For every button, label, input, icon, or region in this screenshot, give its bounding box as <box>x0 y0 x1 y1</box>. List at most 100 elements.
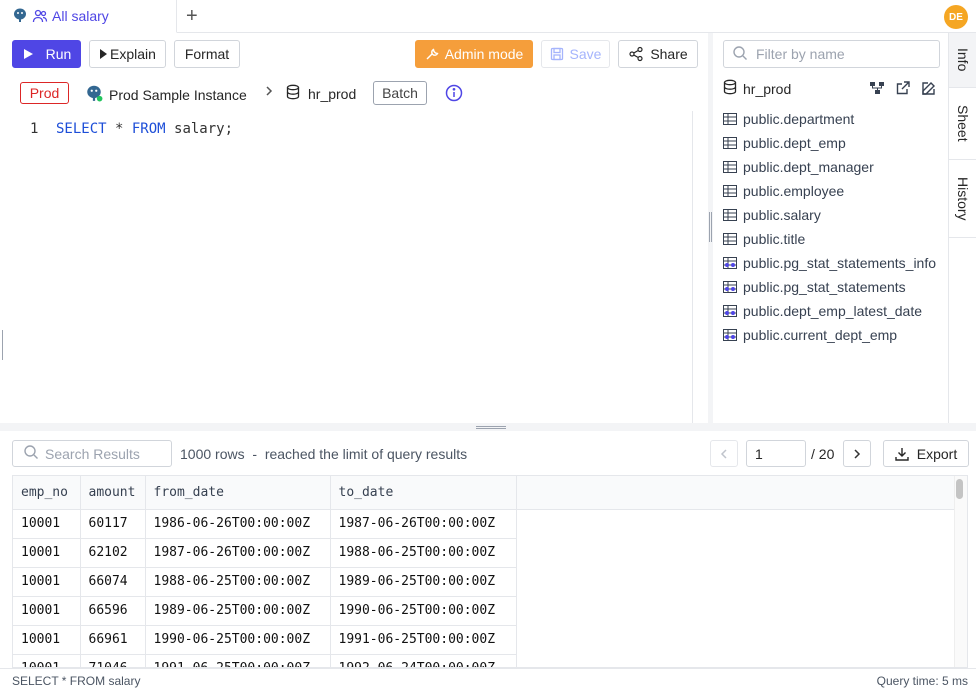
table-cell[interactable]: 10001 <box>13 567 81 597</box>
table-list-item[interactable]: public.dept_manager <box>723 155 948 179</box>
filter-input[interactable] <box>756 46 926 62</box>
table-list-item[interactable]: public.department <box>723 107 948 131</box>
table-cell[interactable]: 10001 <box>13 654 81 667</box>
table-list: public.department public.dept_emp public.d… <box>723 107 948 347</box>
table-cell[interactable]: 1990-06-25T00:00:00Z <box>145 625 331 655</box>
table-cell[interactable]: 1987-06-26T00:00:00Z <box>330 509 517 539</box>
batch-button[interactable]: Batch <box>373 81 427 105</box>
sql-editor[interactable]: 1 SELECT * FROM salary; <box>4 111 692 423</box>
table-cell[interactable]: 1988-06-25T00:00:00Z <box>330 538 517 568</box>
table-cell[interactable]: 1989-06-25T00:00:00Z <box>145 596 331 626</box>
table-cell[interactable]: 71046 <box>80 654 146 667</box>
avatar[interactable]: DE <box>944 5 968 29</box>
tab-history[interactable]: History <box>949 160 976 238</box>
table-cell[interactable]: 1986-06-26T00:00:00Z <box>145 509 331 539</box>
results-grid: emp_no amount from_date to_date 10001 60117 1… <box>12 475 968 668</box>
view-icon <box>723 257 737 269</box>
table-list-item[interactable]: public.pg_stat_statements_info <box>723 251 948 275</box>
column-header-amount[interactable]: amount <box>80 476 146 510</box>
table-row[interactable]: 10001 62102 1987-06-26T00:00:00Z 1988-06-25… <box>13 538 956 568</box>
save-icon <box>550 47 564 61</box>
view-icon <box>723 305 737 317</box>
admin-mode-button[interactable]: Admin mode <box>415 40 533 68</box>
view-icon <box>723 329 737 341</box>
instance-selector[interactable]: Prod Sample Instance <box>85 84 247 105</box>
table-list-item[interactable]: public.pg_stat_statements <box>723 275 948 299</box>
diagram-icon[interactable] <box>869 80 885 99</box>
table-cell[interactable]: 10001 <box>13 596 81 626</box>
format-button[interactable]: Format <box>174 40 240 68</box>
sql-code[interactable]: SELECT * FROM salary; <box>56 121 233 137</box>
table-row[interactable]: 10001 66074 1988-06-25T00:00:00Z 1989-06-25… <box>13 567 956 597</box>
table-list-item[interactable]: public.employee <box>723 179 948 203</box>
table-cell[interactable]: 1992-06-24T00:00:00Z <box>330 654 517 667</box>
table-cell[interactable]: 1988-06-25T00:00:00Z <box>145 567 331 597</box>
table-cell[interactable]: 60117 <box>80 509 146 539</box>
instance-name: Prod Sample Instance <box>109 86 247 103</box>
share-button[interactable]: Share <box>618 40 698 68</box>
editor-scrollbar[interactable] <box>692 111 693 423</box>
table-list-item[interactable]: public.dept_emp_latest_date <box>723 299 948 323</box>
add-tab-button[interactable]: + <box>186 6 198 26</box>
export-button[interactable]: Export <box>883 440 969 467</box>
table-list-item[interactable]: public.title <box>723 227 948 251</box>
explain-button[interactable]: Explain <box>89 40 166 68</box>
table-cell[interactable]: 10001 <box>13 538 81 568</box>
share-icon <box>628 46 644 62</box>
table-row[interactable]: 10001 66961 1990-06-25T00:00:00Z 1991-06-25… <box>13 625 956 655</box>
table-cell[interactable]: 1991-06-25T00:00:00Z <box>330 625 517 655</box>
table-list-item[interactable]: public.salary <box>723 203 948 227</box>
table-cell[interactable]: 1989-06-25T00:00:00Z <box>330 567 517 597</box>
table-list-item[interactable]: public.current_dept_emp <box>723 323 948 347</box>
table-row[interactable]: 10001 60117 1986-06-26T00:00:00Z 1987-06-26… <box>13 509 956 539</box>
status-bar: SELECT * FROM salary Query time: 5 ms <box>0 668 976 693</box>
tab-sheet[interactable]: Sheet <box>949 88 976 160</box>
results-search-box[interactable] <box>12 440 172 467</box>
keyword-from: FROM <box>131 121 166 137</box>
page-input[interactable] <box>746 440 806 467</box>
column-header-from_date[interactable]: from_date <box>145 476 331 510</box>
results-scrollbar-track[interactable] <box>954 476 967 667</box>
table-cell-filler <box>516 509 956 538</box>
chevron-left-icon <box>720 448 727 459</box>
table-cell[interactable]: 66961 <box>80 625 146 655</box>
table-row[interactable]: 10001710461991-06-25T00:00:00Z1992-06-24… <box>13 654 956 667</box>
horizontal-splitter-handle[interactable] <box>476 426 506 429</box>
table-row[interactable]: 10001 66596 1989-06-25T00:00:00Z 1990-06-25… <box>13 596 956 626</box>
edit-icon[interactable] <box>921 80 937 99</box>
table-cell[interactable]: 1991-06-25T00:00:00Z <box>145 654 331 667</box>
rows-info: 1000 rows - reached the limit of query r… <box>180 446 468 462</box>
column-header-to_date[interactable]: to_date <box>330 476 517 510</box>
table-name: public.dept_emp_latest_date <box>743 303 923 319</box>
next-page-button[interactable] <box>843 440 871 467</box>
results-scrollbar-thumb[interactable] <box>956 479 963 499</box>
table-cell[interactable]: 1987-06-26T00:00:00Z <box>145 538 331 568</box>
table-cell[interactable]: 10001 <box>13 509 81 539</box>
info-icon[interactable] <box>445 84 463 105</box>
table-cell[interactable]: 66596 <box>80 596 146 626</box>
table-list-item[interactable]: public.dept_emp <box>723 131 948 155</box>
table-cell[interactable]: 10001 <box>13 625 81 655</box>
tab-info[interactable]: Info <box>949 33 976 88</box>
table-cell[interactable]: 66074 <box>80 567 146 597</box>
save-button[interactable]: Save <box>541 40 610 68</box>
left-resize-handle[interactable] <box>2 330 3 360</box>
code-star: * <box>106 121 132 137</box>
column-header-emp_no[interactable]: emp_no <box>13 476 81 510</box>
page-total: / 20 <box>811 446 835 462</box>
run-label: Run <box>45 46 72 62</box>
prev-page-button[interactable] <box>710 440 738 467</box>
status-query: SELECT * FROM salary <box>12 674 141 688</box>
tab-all-salary[interactable]: All salary <box>0 0 177 33</box>
external-link-icon[interactable] <box>895 80 911 99</box>
search-icon <box>732 45 748 64</box>
vertical-splitter-handle[interactable] <box>709 212 712 242</box>
database-selector[interactable]: hr_prod <box>286 84 356 103</box>
table-cell[interactable]: 1990-06-25T00:00:00Z <box>330 596 517 626</box>
run-button[interactable]: Run <box>12 40 81 68</box>
table-cell[interactable]: 62102 <box>80 538 146 568</box>
schema-panel: hr_prod public.department public.dept_emp… <box>713 33 948 423</box>
filter-box[interactable] <box>723 40 940 68</box>
results-search-input[interactable] <box>45 445 165 462</box>
table-name: public.department <box>743 111 855 127</box>
